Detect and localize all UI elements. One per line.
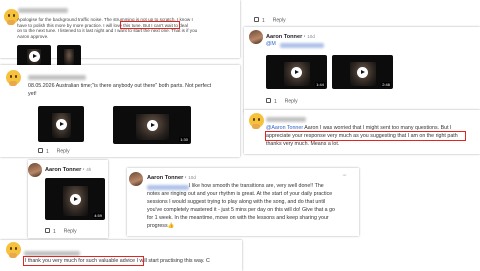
redacted-mention bbox=[280, 43, 324, 48]
video-thumbnail[interactable] bbox=[38, 106, 84, 142]
comment-text-line: progress👍 bbox=[147, 223, 175, 229]
avatar[interactable] bbox=[129, 172, 143, 186]
video-thumbnail[interactable]: 1:30 bbox=[113, 106, 191, 144]
redacted-mention bbox=[147, 185, 189, 190]
highlight-box bbox=[265, 131, 466, 141]
user-avatar-emoji[interactable] bbox=[6, 70, 21, 86]
comment-text-line: 08.05.2026 Australian time;"is there any… bbox=[28, 83, 212, 89]
play-icon[interactable] bbox=[69, 193, 81, 205]
like-icon[interactable] bbox=[45, 228, 50, 233]
video-thumbnail[interactable]: 4:59 bbox=[45, 178, 105, 220]
comment-text-line: thanks very much. Means a lot. bbox=[266, 141, 340, 147]
more-options-icon[interactable]: ··· bbox=[342, 172, 347, 179]
like-icon[interactable] bbox=[254, 17, 259, 22]
comment-text-line: Aaron approve. bbox=[17, 33, 49, 39]
play-icon[interactable] bbox=[357, 66, 368, 78]
video-thumbnail[interactable] bbox=[17, 45, 51, 67]
comment-actions: 1 Reply bbox=[45, 228, 77, 235]
comment-text-line: yet! bbox=[28, 91, 37, 97]
comment-actions: 1 Reply bbox=[254, 17, 286, 24]
redacted-username bbox=[28, 75, 86, 80]
play-icon[interactable] bbox=[146, 119, 158, 131]
comment-text-line: I like how smooth the transitions are, v… bbox=[189, 183, 324, 189]
user-avatar-emoji[interactable] bbox=[249, 113, 264, 129]
comment-author[interactable]: Aaron Tonner · 4h bbox=[45, 167, 91, 173]
play-icon[interactable] bbox=[28, 50, 40, 62]
like-icon[interactable] bbox=[38, 148, 43, 153]
reply-link[interactable]: Reply bbox=[57, 149, 70, 155]
comment-text-line: for 1 week. In the meantime, move on wit… bbox=[147, 215, 329, 221]
comment-author[interactable]: Aaron Tonner · 10d bbox=[147, 175, 196, 181]
reply-link[interactable]: Reply bbox=[64, 229, 77, 235]
avatar[interactable] bbox=[28, 163, 42, 177]
comment-author[interactable]: Aaron Tonner · 10d bbox=[266, 34, 315, 40]
redacted-username bbox=[266, 117, 306, 122]
avatar[interactable] bbox=[249, 30, 263, 44]
video-thumbnail[interactable]: 1:44 bbox=[266, 55, 327, 89]
reply-link[interactable]: Reply bbox=[285, 99, 298, 105]
comment-text-line: notes are ringing out and your rhythm is… bbox=[147, 191, 333, 197]
play-icon[interactable] bbox=[291, 66, 302, 78]
reply-link[interactable]: Reply bbox=[273, 18, 286, 24]
comment-actions: 1 Reply bbox=[38, 148, 70, 155]
user-avatar-emoji[interactable] bbox=[6, 242, 21, 258]
comment-text-line: you've completely mastered it - just 5 m… bbox=[147, 207, 335, 213]
play-icon[interactable] bbox=[55, 118, 67, 130]
video-thumbnail[interactable] bbox=[57, 45, 81, 67]
video-thumbnail[interactable]: 2:46 bbox=[332, 55, 393, 89]
comment-actions: 1 Reply bbox=[266, 98, 298, 105]
comment-text-line: sessions I would suggest trying to play … bbox=[147, 199, 326, 205]
highlight-box bbox=[120, 21, 180, 29]
highlight-box bbox=[23, 256, 144, 266]
like-icon[interactable] bbox=[266, 98, 271, 103]
mention-link[interactable]: @M bbox=[266, 41, 276, 48]
redacted-username bbox=[18, 8, 68, 13]
